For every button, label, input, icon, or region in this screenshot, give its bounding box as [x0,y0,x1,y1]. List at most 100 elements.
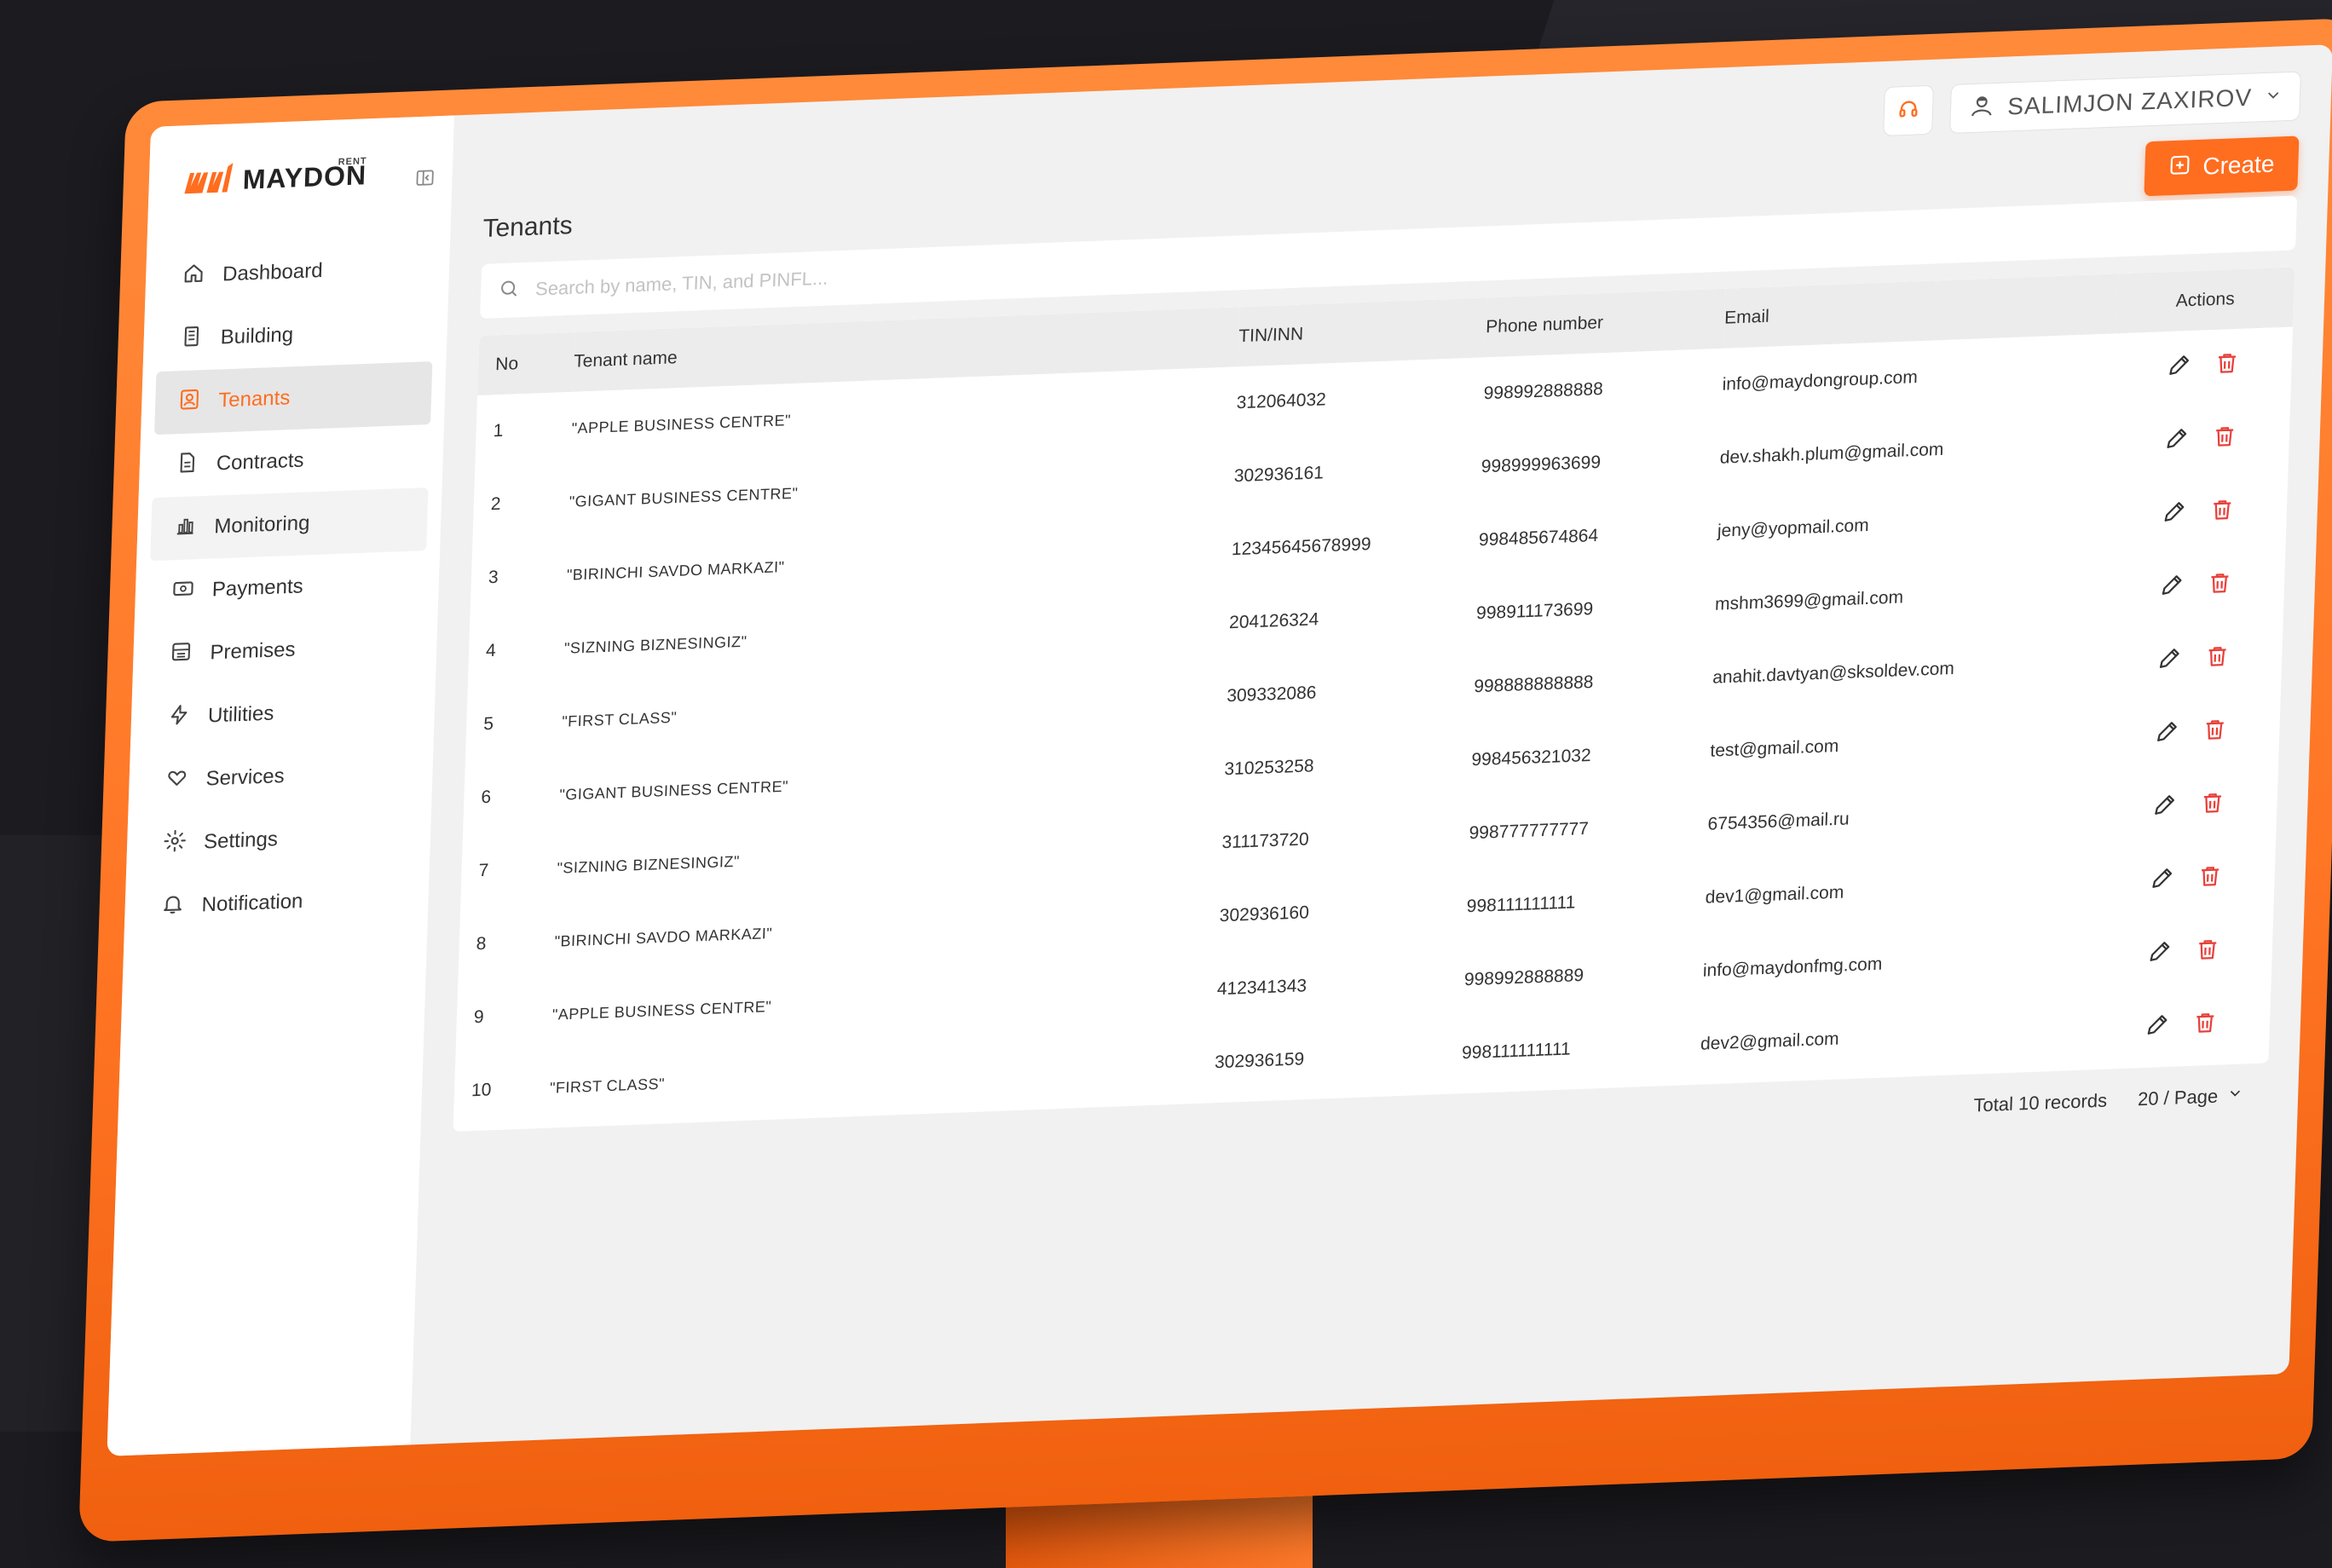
cell-phone: 998111111111 [1461,1008,1702,1091]
sidebar-item-label: Building [220,323,293,349]
cell-email: dev2@gmail.com [1700,993,2094,1081]
tenant-icon [177,387,202,418]
gear-icon [163,828,188,859]
delete-icon[interactable] [2199,790,2225,821]
sidebar-item-label: Premises [210,638,296,666]
sidebar-item-payments[interactable]: Payments [148,551,426,624]
cell-tin: 310253258 [1223,723,1473,806]
sidebar-item-label: Services [205,764,285,791]
edit-icon[interactable] [2156,645,2183,677]
cell-tin: 302936161 [1232,430,1482,513]
cell-actions [2106,546,2286,626]
edit-icon[interactable] [2144,1012,2170,1043]
edit-icon[interactable] [2163,425,2190,457]
sidebar-item-premises[interactable]: Premises [146,614,424,687]
cell-no: 8 [458,905,556,982]
edit-icon[interactable] [2166,352,2192,383]
collapse-sidebar-icon[interactable] [414,167,436,188]
cell-tin: 412341343 [1215,943,1465,1026]
delete-icon[interactable] [2208,497,2235,528]
cell-tin: 302936159 [1214,1017,1463,1099]
lightning-icon [166,702,191,733]
cell-no: 5 [465,685,563,762]
edit-icon[interactable] [2146,938,2173,970]
cell-actions [2113,326,2293,406]
delete-icon[interactable] [2196,863,2223,895]
delete-icon[interactable] [2191,1010,2218,1041]
col-tin: TIN/INN [1238,297,1486,366]
col-no: No [477,332,574,395]
sidebar-item-dashboard[interactable]: Dashboard [159,235,436,308]
total-records: Total 10 records [1973,1090,2107,1117]
chevron-down-icon [2264,83,2283,111]
col-phone: Phone number [1485,289,1725,358]
cell-no: 3 [470,539,569,615]
cell-actions [2101,693,2281,773]
cell-actions [2110,400,2290,480]
logo-text: RENT MAYDON [242,161,367,193]
logo[interactable]: RENT MAYDON [182,156,367,195]
edit-icon[interactable] [2149,865,2175,896]
cell-no: 2 [472,465,570,542]
sidebar-item-monitoring[interactable]: Monitoring [150,487,428,561]
cell-phone: 998777777777 [1468,788,1709,871]
document-icon [175,450,199,481]
page-title: Tenants [482,211,573,244]
search-icon [498,277,521,304]
sidebar-nav: Dashboard Building Tenants Contracts Mon… [124,234,450,939]
plus-square-icon [2168,153,2191,182]
create-button[interactable]: Create [2144,135,2299,196]
edit-icon[interactable] [2154,718,2180,750]
payment-icon [170,576,195,607]
topbar: SALIMJON ZAXIROV [1883,71,2301,135]
heart-hand-icon [165,765,189,796]
avatar [1968,90,1996,124]
delete-icon[interactable] [2202,717,2228,748]
page-size-select[interactable]: 20 / Page [2138,1085,2244,1111]
sidebar-item-services[interactable]: Services [141,740,419,813]
edit-icon[interactable] [2161,499,2187,530]
cell-tin: 204126324 [1228,577,1478,660]
sidebar-item-settings[interactable]: Settings [140,803,418,876]
sidebar-item-label: Monitoring [214,511,310,539]
sidebar-item-label: Dashboard [222,259,323,286]
cell-phone: 998911173699 [1475,568,1717,651]
user-menu[interactable]: SALIMJON ZAXIROV [1949,71,2301,134]
cell-phone: 998111111111 [1465,862,1706,944]
delete-icon[interactable] [2204,643,2231,675]
cell-tin: 302936160 [1218,870,1468,953]
sidebar-item-tenants[interactable]: Tenants [154,361,432,435]
sidebar-item-contracts[interactable]: Contracts [153,424,430,498]
cell-actions [2093,913,2273,993]
sidebar-item-label: Tenants [218,386,291,412]
delete-icon[interactable] [2194,937,2220,968]
delete-icon[interactable] [2214,350,2240,382]
cell-tin: 311173720 [1221,797,1470,879]
cell-tin: 309332086 [1226,650,1475,733]
cell-no: 7 [460,832,558,908]
cell-phone: 998485674864 [1478,495,1719,578]
cell-no: 1 [475,392,573,469]
edit-icon[interactable] [2151,792,2178,823]
sidebar-item-notification[interactable]: Notification [137,866,415,939]
sidebar-item-building[interactable]: Building [156,298,434,372]
cell-phone: 998992888889 [1463,935,1704,1017]
cell-phone: 998456321032 [1470,715,1711,798]
app-screen: RENT MAYDON Dashboard Building Tena [107,44,2332,1456]
page-size-value: 20 / Page [2138,1086,2219,1111]
edit-icon[interactable] [2159,572,2185,603]
sidebar-item-utilities[interactable]: Utilities [144,677,422,750]
support-button[interactable] [1883,85,1934,136]
delete-icon[interactable] [2211,424,2237,455]
sidebar-item-label: Contracts [216,449,304,476]
cell-phone: 998999963699 [1480,422,1721,504]
delete-icon[interactable] [2207,570,2233,602]
tenants-table: No Tenant name TIN/INN Phone number Emai… [453,267,2294,1132]
home-icon [182,261,206,291]
cell-actions [2104,620,2283,700]
col-actions: Actions [2116,267,2294,333]
chart-icon [173,513,198,544]
cell-no: 4 [468,612,566,689]
sidebar-item-label: Settings [204,827,279,854]
cell-actions [2096,839,2276,919]
